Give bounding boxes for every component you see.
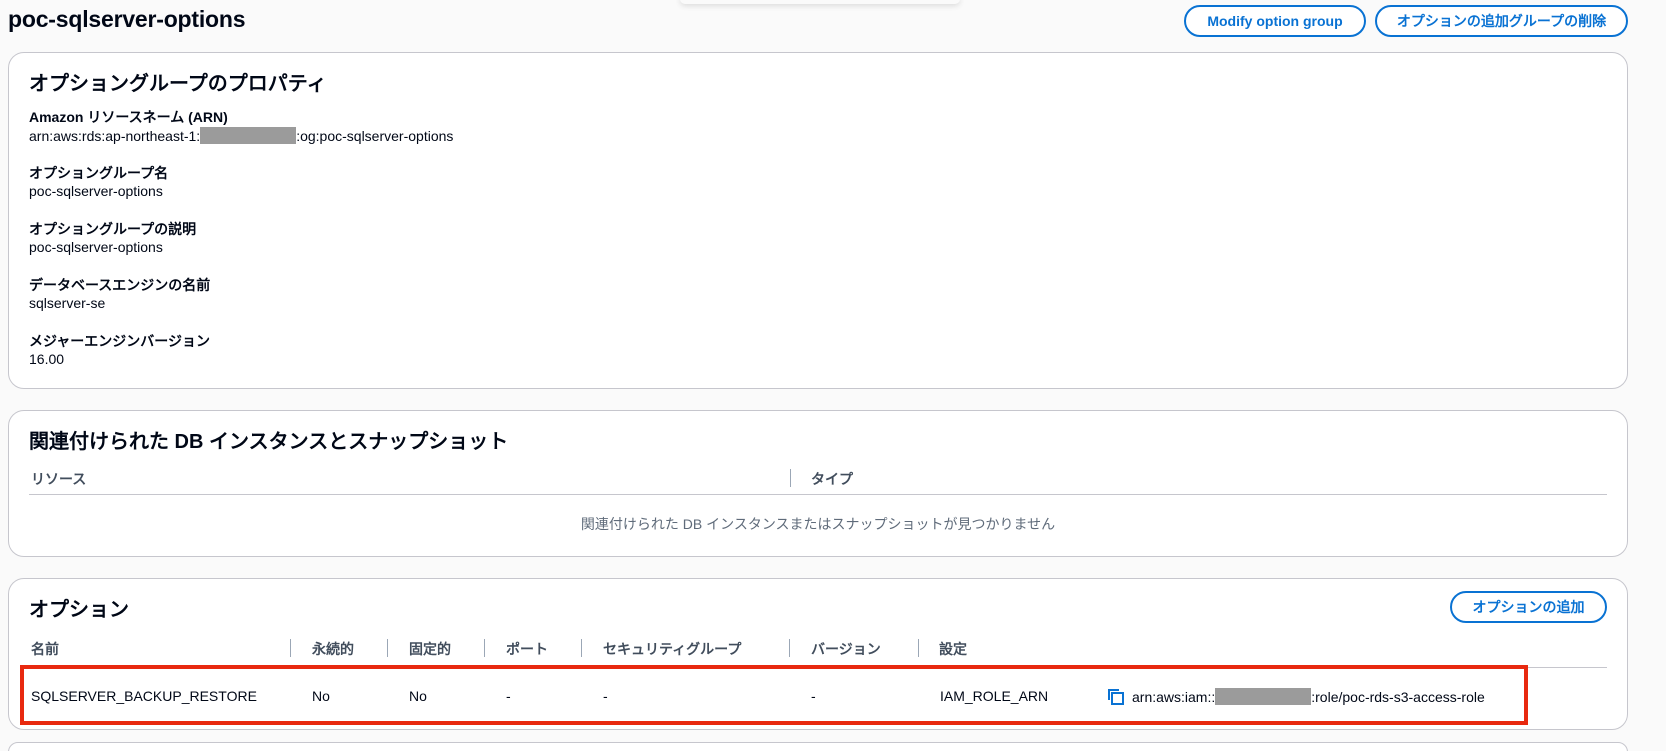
- option-group-name-label: オプショングループ名: [29, 165, 169, 181]
- top-shadow: [680, 0, 960, 4]
- arn-prefix: arn:aws:rds:ap-northeast-1:: [29, 128, 201, 144]
- column-header-persistent[interactable]: 永続的: [312, 639, 354, 659]
- column-header-permanent[interactable]: 固定的: [409, 639, 451, 659]
- column-divider: [789, 639, 790, 657]
- column-header-settings[interactable]: 設定: [939, 639, 967, 659]
- column-divider: [387, 639, 388, 657]
- column-divider: [290, 639, 291, 657]
- associated-instances-panel: 関連付けられた DB インスタンスとスナップショット リソース タイプ 関連付け…: [8, 410, 1628, 557]
- option-group-name-value: poc-sqlserver-options: [29, 183, 163, 199]
- table-header-divider: [29, 494, 1607, 495]
- row-highlight-box: [20, 665, 1528, 725]
- major-engine-version-label: メジャーエンジンバージョン: [29, 333, 211, 349]
- properties-title: オプショングループのプロパティ: [29, 73, 327, 95]
- modify-option-group-button[interactable]: Modify option group: [1184, 5, 1366, 37]
- column-divider: [918, 639, 919, 657]
- column-header-port[interactable]: ポート: [506, 639, 548, 659]
- option-group-description-label: オプショングループの説明: [29, 221, 197, 237]
- option-group-description-value: poc-sqlserver-options: [29, 239, 163, 255]
- column-header-version[interactable]: バージョン: [811, 639, 881, 659]
- next-panel-edge: [8, 742, 1628, 751]
- delete-option-group-button[interactable]: オプションの追加グループの削除: [1375, 5, 1628, 37]
- empty-state-message: 関連付けられた DB インスタンスまたはスナップショットが見つかりません: [580, 516, 1056, 532]
- engine-name-value: sqlserver-se: [29, 295, 106, 311]
- column-header-security-group[interactable]: セキュリティグループ: [603, 639, 741, 659]
- arn-value: arn:aws:rds:ap-northeast-1: :og:poc-sqlse…: [29, 127, 453, 144]
- add-option-button[interactable]: オプションの追加: [1450, 591, 1607, 623]
- arn-label: Amazon リソースネーム (ARN): [29, 109, 228, 125]
- column-header-resource[interactable]: リソース: [31, 469, 86, 489]
- properties-panel: オプショングループのプロパティ Amazon リソースネーム (ARN) arn…: [8, 52, 1628, 389]
- column-divider: [484, 639, 485, 657]
- column-divider: [581, 639, 582, 657]
- column-divider: [790, 469, 791, 487]
- arn-suffix: :og:poc-sqlserver-options: [296, 128, 454, 144]
- engine-name-label: データベースエンジンの名前: [29, 277, 211, 293]
- column-header-name[interactable]: 名前: [31, 639, 59, 659]
- redacted-account-id: [200, 127, 297, 144]
- associated-instances-title: 関連付けられた DB インスタンスとスナップショット: [29, 431, 509, 453]
- column-header-type[interactable]: タイプ: [811, 469, 853, 489]
- major-engine-version-value: 16.00: [29, 351, 65, 367]
- page-title: poc-sqlserver-options: [8, 6, 246, 32]
- options-title: オプション: [29, 599, 129, 621]
